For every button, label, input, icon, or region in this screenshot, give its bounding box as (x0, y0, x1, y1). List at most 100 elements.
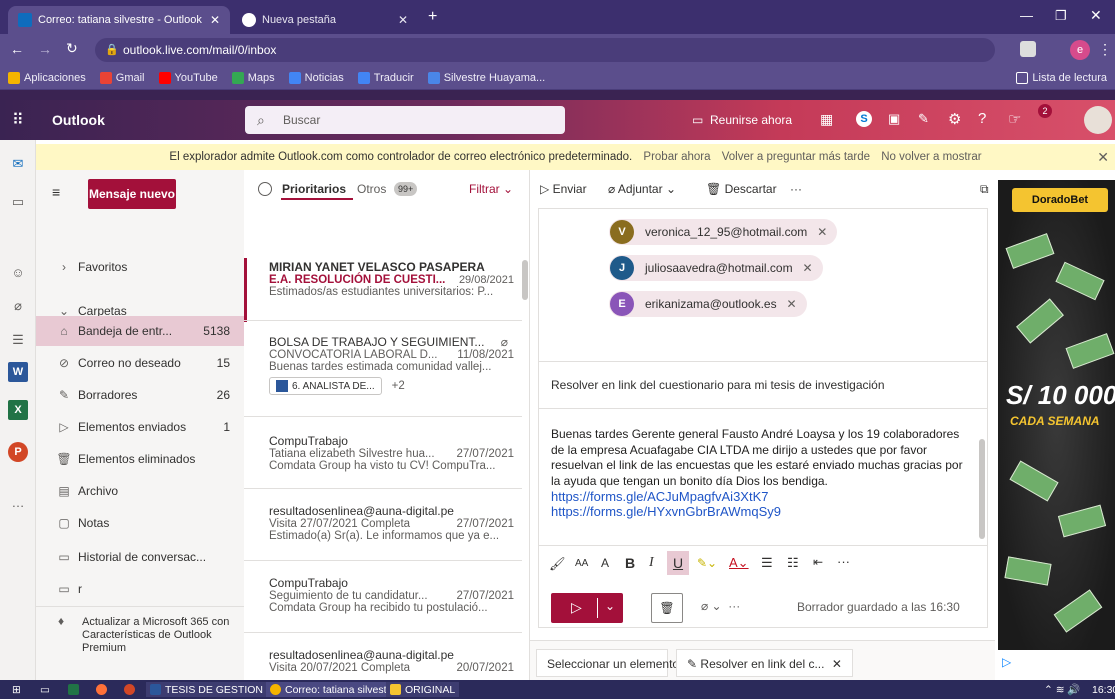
edit-icon[interactable]: ✎ (918, 111, 929, 127)
folder-inbox[interactable]: ⌂ Bandeja de entr... 5138 (36, 316, 244, 346)
bookmark-traducir[interactable]: Traducir (357, 71, 414, 84)
more-format-icon[interactable]: ··· (837, 554, 850, 569)
tab-other[interactable]: Otros (357, 182, 386, 196)
send-button[interactable]: ▷ ⌄ (551, 593, 623, 623)
profile-avatar[interactable]: e (1070, 40, 1090, 60)
close-tab-icon[interactable]: ✕ (398, 13, 408, 27)
list-item[interactable]: BOLSA DE TRABAJO Y SEGUIMIENT... ⌀ CONVOC… (244, 335, 522, 395)
minimize-icon[interactable]: — (1020, 8, 1033, 23)
powerpoint-icon[interactable]: P (8, 442, 28, 462)
popout-icon[interactable]: ⧉ (980, 182, 989, 197)
send-options-chevron-icon[interactable]: ⌄ (605, 599, 615, 613)
attach-button[interactable]: ⌀ Adjuntar ⌄ (608, 182, 676, 196)
bullets-icon[interactable]: ☰ (761, 555, 773, 571)
form-link-1[interactable]: https://forms.gle/ACJuMpagfvAi3XtK7 (551, 489, 971, 504)
outlook-brand[interactable]: Outlook (52, 112, 105, 128)
feedback-icon[interactable]: ☞ (1008, 110, 1021, 128)
remove-recipient-icon[interactable]: ✕ (817, 219, 827, 245)
hamburger-icon[interactable]: ≡ (52, 184, 60, 200)
taskbar-chrome[interactable]: Correo: tatiana silvest... (266, 682, 400, 697)
tab-draft[interactable]: ✎ Resolver en link del c... ✕ (676, 649, 853, 677)
close-banner-icon[interactable]: ✕ (1097, 144, 1109, 170)
list-scrollbar[interactable] (522, 260, 528, 300)
tab-select-item[interactable]: Seleccionar un elemento p... (536, 649, 699, 677)
remove-recipient-icon[interactable]: ✕ (787, 291, 797, 317)
new-tab-icon[interactable]: + (428, 8, 437, 26)
bookmark-gmail[interactable]: Gmail (99, 71, 145, 84)
list-item[interactable]: resultadosenlinea@auna-digital.pe Visita… (244, 648, 522, 674)
try-now-link[interactable]: Probar ahora (643, 151, 710, 163)
attachment-chip[interactable]: 6. ANALISTA DE... (269, 377, 382, 395)
more-options-icon[interactable]: ··· (790, 182, 802, 196)
word-icon[interactable]: W (8, 362, 28, 382)
reload-icon[interactable]: ↻ (66, 40, 78, 57)
font-size-decrease-icon[interactable]: AA (575, 558, 588, 569)
office-icon[interactable]: ▣ (888, 111, 900, 127)
bold-icon[interactable]: B (625, 555, 635, 571)
clock[interactable]: 16:30 (1088, 682, 1115, 697)
close-draft-tab-icon[interactable]: ✕ (832, 657, 842, 671)
folder-r[interactable]: ▭ r (36, 574, 244, 604)
todo-icon[interactable]: ☰ (8, 330, 28, 350)
close-tab-icon[interactable]: ✕ (210, 13, 220, 27)
more-attachments[interactable]: +2 (392, 380, 405, 392)
help-icon[interactable]: ? (978, 110, 986, 127)
tab-outlook[interactable]: Correo: tatiana silvestre - Outlook ✕ (8, 6, 230, 34)
format-painter-icon[interactable]: 🖌 (549, 556, 566, 572)
tab-new[interactable]: Nueva pestaña ✕ (232, 6, 418, 34)
bookmark-noticias[interactable]: Noticias (288, 71, 344, 84)
recipient-chip[interactable]: J juliosaavedra@hotmail.com ✕ (609, 255, 823, 281)
italic-icon[interactable]: I (649, 555, 654, 571)
folder-sent[interactable]: ▷ Elementos enviados 1 (36, 412, 244, 442)
bookmark-silvestre[interactable]: Silvestre Huayama... (427, 71, 545, 84)
bookmark-apps[interactable]: Aplicaciones (8, 71, 86, 84)
adchoices-icon[interactable]: ▷ (1002, 655, 1011, 669)
font-color-icon[interactable]: A⌄ (729, 555, 749, 571)
search-input[interactable]: ⌕ Buscar (245, 106, 565, 134)
maximize-icon[interactable]: ❐ (1055, 8, 1067, 24)
never-show-link[interactable]: No volver a mostrar (881, 151, 981, 163)
back-icon[interactable]: ← (10, 41, 24, 57)
qr-icon[interactable]: ▦ (820, 111, 833, 128)
reading-list[interactable]: Lista de lectura (1016, 71, 1115, 84)
font-size-increase-icon[interactable]: A (601, 556, 609, 570)
folder-junk[interactable]: ⊘ Correo no deseado 15 (36, 348, 244, 378)
folder-deleted[interactable]: 🗑 Elementos eliminados (36, 444, 244, 474)
excel-taskbar-icon[interactable] (64, 682, 83, 697)
app-launcher-icon[interactable]: ⠿ (12, 110, 24, 130)
form-link-2[interactable]: https://forms.gle/HYxvnGbrBrAWmqSy9 (551, 504, 971, 519)
skype-icon[interactable]: S (856, 111, 872, 127)
folder-drafts[interactable]: ✎ Borradores 26 (36, 380, 244, 410)
upgrade-link[interactable]: Actualizar a Microsoft 365 con Caracterí… (82, 616, 232, 655)
user-avatar[interactable] (1084, 106, 1112, 134)
folder-notes[interactable]: ▢ Notas (36, 508, 244, 538)
list-item[interactable]: resultadosenlinea@auna-digital.pe Visita… (244, 504, 522, 542)
remove-recipient-icon[interactable]: ✕ (803, 255, 813, 281)
body-scrollbar[interactable] (979, 439, 985, 539)
people-icon[interactable]: ☺ (8, 262, 28, 282)
start-icon[interactable]: ⊞ (8, 682, 25, 697)
indent-icon[interactable]: ⇤ (813, 555, 823, 569)
recipient-chip[interactable]: E erikanizama@outlook.es ✕ (609, 291, 807, 317)
excel-icon[interactable]: X (8, 400, 28, 420)
send-toolbar-button[interactable]: ▷ Enviar (540, 182, 587, 196)
url-field[interactable]: 🔒 outlook.live.com/mail/0/inbox (95, 38, 995, 62)
filter-button[interactable]: Filtrar ⌄ (469, 182, 513, 196)
taskbar-folder[interactable]: ORIGINAL (386, 682, 460, 697)
mail-icon[interactable]: ✉ (8, 154, 28, 174)
subject-field[interactable]: Resolver en link del cuestionario para m… (539, 361, 987, 409)
new-message-button[interactable]: Mensaje nuevo (88, 179, 176, 209)
ask-later-link[interactable]: Volver a preguntar más tarde (722, 151, 870, 163)
forward-icon[interactable]: → (38, 41, 52, 57)
folder-archive[interactable]: ▤ Archivo (36, 476, 244, 506)
settings-gear-icon[interactable]: ⚙ (948, 110, 961, 128)
bookmark-maps[interactable]: Maps (231, 71, 275, 84)
attachment-icon[interactable]: ⌀ (8, 296, 28, 316)
folder-conversation-history[interactable]: ▭ Historial de conversac... (36, 542, 244, 572)
discard-button[interactable]: 🗑 Descartar (706, 182, 777, 196)
system-tray[interactable]: ⌃ ≋ 🔊 (1040, 682, 1085, 697)
more-apps-icon[interactable]: … (8, 492, 28, 512)
list-item[interactable]: CompuTrabajo Tatiana elizabeth Silvestre… (244, 434, 522, 472)
underline-icon[interactable]: U (667, 551, 689, 575)
advertisement[interactable]: DoradoBet S/ 10 000 CADA SEMANA (998, 180, 1115, 650)
